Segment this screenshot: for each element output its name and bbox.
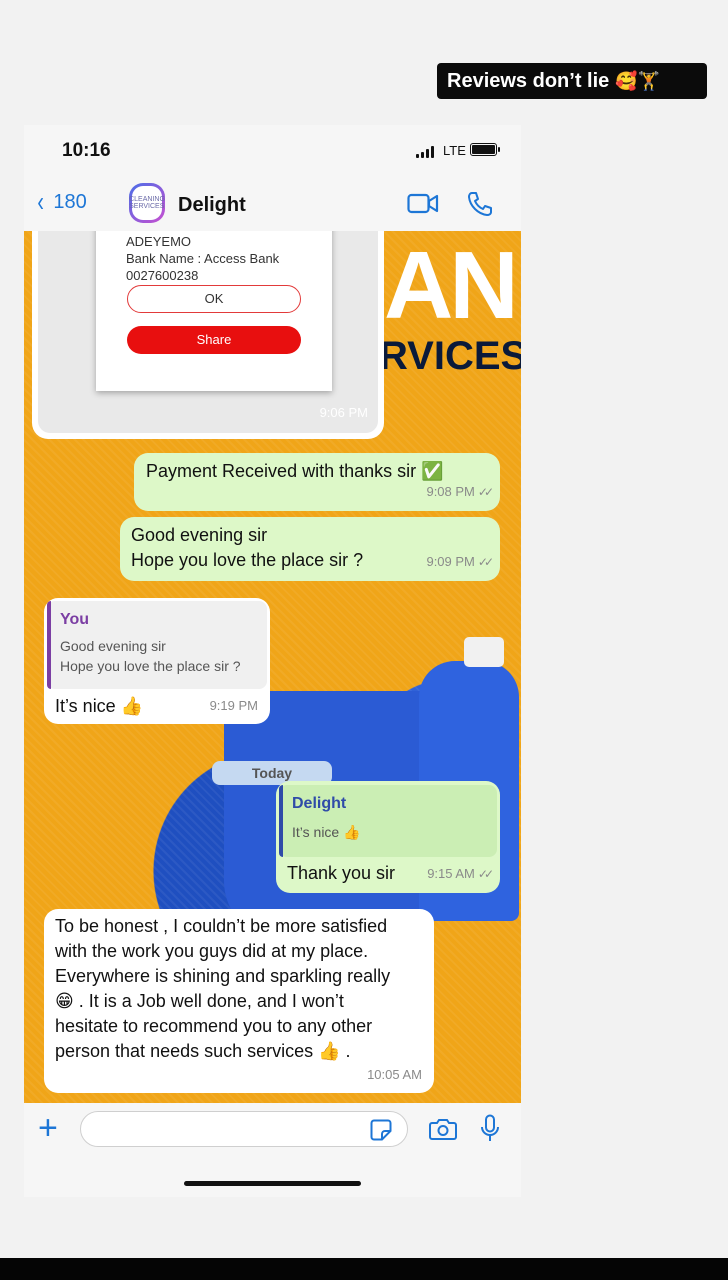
chat-area[interactable]: AN RVICES ADEYEMO Bank Name : Access Ban… xyxy=(24,231,521,1103)
receipt-dialog: ADEYEMO Bank Name : Access Bank 00276002… xyxy=(96,231,332,391)
message-line: 😁 . It is a Job well done, and I won’t xyxy=(55,991,344,1011)
phone-screenshot: 10:16 LTE ‹ 180 CLEANING SERVICES Deligh… xyxy=(24,125,521,1197)
story-emojis: 🥰🏋 xyxy=(615,70,661,91)
signal-icon xyxy=(416,146,434,158)
incoming-message[interactable]: To be honest , I couldn’t be more satisf… xyxy=(44,909,434,1093)
incoming-message[interactable]: You Good evening sir Hope you love the p… xyxy=(44,598,270,724)
receipt-image[interactable]: ADEYEMO Bank Name : Access Bank 00276002… xyxy=(38,231,378,433)
quoted-reply[interactable]: Delight It’s nice 👍 xyxy=(279,785,497,857)
read-ticks-icon: ✓✓ xyxy=(477,485,494,499)
message-line: To be honest , I couldn’t be more satisf… xyxy=(55,916,388,936)
status-time: 10:16 xyxy=(62,140,111,161)
camera-icon[interactable] xyxy=(429,1117,457,1141)
quote-text: Hope you love the place sir ? xyxy=(60,658,241,674)
message-line: Good evening sir xyxy=(131,525,268,545)
quote-author: Delight xyxy=(292,795,347,812)
status-bar: 10:16 LTE xyxy=(24,125,521,177)
message-input[interactable] xyxy=(80,1111,408,1147)
quote-author: You xyxy=(60,611,90,628)
message-time: 9:08 PM xyxy=(426,484,475,499)
battery-icon xyxy=(470,143,500,156)
message-text: Thank you sir xyxy=(287,863,396,883)
message-line: Everywhere is shining and sparkling real… xyxy=(55,966,391,986)
message-meta: 9:09 PM ✓✓ xyxy=(426,549,494,575)
sticker-icon[interactable] xyxy=(370,1119,392,1141)
image-message[interactable]: ADEYEMO Bank Name : Access Bank 00276002… xyxy=(32,231,384,439)
receipt-share-button: Share xyxy=(127,326,301,354)
message-line: hesitate to recommend you to any other xyxy=(55,1016,373,1036)
video-call-icon[interactable] xyxy=(407,193,439,215)
read-ticks-icon: ✓✓ xyxy=(477,867,494,881)
contact-name[interactable]: Delight xyxy=(178,194,246,217)
attach-plus-icon[interactable]: + xyxy=(38,1111,58,1145)
message-time: 9:15 AM xyxy=(427,866,475,881)
message-line: person that needs such services 👍 . xyxy=(55,1041,351,1061)
outgoing-message[interactable]: Good evening sir Hope you love the place… xyxy=(120,517,500,581)
home-indicator[interactable] xyxy=(184,1181,361,1186)
message-input-bar: + xyxy=(24,1103,521,1197)
receipt-ok-button: OK xyxy=(127,285,301,313)
chevron-left-icon: ‹ xyxy=(37,186,44,217)
message-text: It’s nice 👍 xyxy=(55,696,144,716)
network-label: LTE xyxy=(443,143,466,158)
message-time: 9:19 PM xyxy=(209,698,258,713)
back-count: 180 xyxy=(53,190,87,213)
message-text: Payment Received with thanks sir ✅ xyxy=(146,461,444,481)
message-time: 9:09 PM xyxy=(426,554,475,569)
phone-call-icon[interactable] xyxy=(467,191,493,217)
outgoing-message[interactable]: Delight It’s nice 👍 Thank you sir 9:15 A… xyxy=(276,781,500,893)
message-line: with the work you guys did at my place. xyxy=(55,941,369,961)
wallpaper-cap-shape xyxy=(464,637,504,667)
message-meta: 9:15 AM ✓✓ xyxy=(427,861,494,887)
back-button[interactable]: ‹ 180 xyxy=(36,186,87,217)
microphone-icon[interactable] xyxy=(480,1114,500,1144)
message-line: Hope you love the place sir ? xyxy=(131,550,364,570)
wallpaper-text-1: AN xyxy=(384,232,519,339)
avatar-text: CLEANING SERVICES xyxy=(129,186,165,220)
chat-header: ‹ 180 CLEANING SERVICES Delight xyxy=(24,177,521,231)
outgoing-message[interactable]: Payment Received with thanks sir ✅ 9:08 … xyxy=(134,453,500,511)
quote-text: It’s nice 👍 xyxy=(292,824,361,840)
message-time: 10:05 AM xyxy=(367,1067,422,1082)
message-time: 9:06 PM xyxy=(319,405,368,420)
quoted-reply[interactable]: You Good evening sir Hope you love the p… xyxy=(47,601,267,689)
bottom-strip xyxy=(0,1258,728,1280)
wallpaper-text-2: RVICES xyxy=(379,334,521,378)
quote-text: Good evening sir xyxy=(60,638,166,654)
story-caption: Reviews don’t lie 🥰🏋 xyxy=(437,63,707,99)
story-caption-text: Reviews don’t lie xyxy=(447,69,610,92)
read-ticks-icon: ✓✓ xyxy=(477,555,494,569)
avatar[interactable]: CLEANING SERVICES xyxy=(129,183,165,223)
message-meta: 9:08 PM ✓✓ xyxy=(426,479,494,505)
